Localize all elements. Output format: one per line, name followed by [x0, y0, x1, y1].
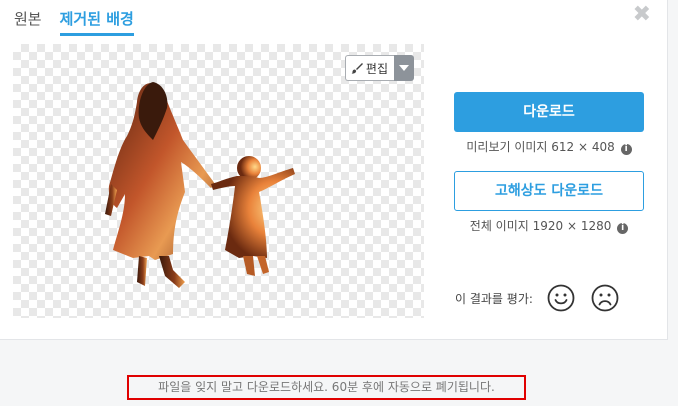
edit-button[interactable]: 편집	[344, 55, 394, 81]
close-icon[interactable]: ✖	[633, 4, 651, 26]
result-preview-image: 편집	[13, 44, 424, 318]
tab-removed-background[interactable]: 제거된 배경	[59, 8, 134, 36]
frown-face-icon[interactable]	[591, 284, 619, 312]
preview-size-caption: 미리보기 이미지 612 × 408 i	[454, 138, 644, 156]
edit-dropdown-toggle[interactable]	[394, 55, 414, 81]
full-size-caption: 전체 이미지 1920 × 1280 i	[454, 217, 644, 235]
view-tabs: 원본 제거된 배경	[14, 8, 152, 36]
auto-delete-notice: 파일을 잊지 말고 다운로드하세요. 60분 후에 자동으로 폐기됩니다.	[127, 375, 526, 400]
edit-control-group: 편집	[344, 55, 414, 81]
download-actions: 다운로드 미리보기 이미지 612 × 408 i 고해상도 다운로드 전체 이…	[454, 92, 644, 235]
rating-label: 이 결과를 평가:	[455, 291, 533, 306]
caret-down-icon	[399, 65, 409, 71]
preview-size-text: 미리보기 이미지 612 × 408	[466, 140, 615, 154]
download-button[interactable]: 다운로드	[454, 92, 644, 132]
tab-original[interactable]: 원본	[14, 8, 42, 36]
full-size-text: 전체 이미지 1920 × 1280	[469, 219, 612, 233]
result-card: 원본 제거된 배경 ✖ 편집 다운로드 미리보기 이미지 612 × 408 i…	[0, 0, 668, 340]
hd-download-button[interactable]: 고해상도 다운로드	[454, 171, 644, 211]
brush-icon	[351, 63, 363, 74]
edit-button-label: 편집	[365, 61, 388, 76]
info-icon[interactable]: i	[620, 144, 632, 155]
cutout-subject-image	[105, 82, 295, 288]
smile-face-icon[interactable]	[547, 284, 575, 312]
info-icon[interactable]: i	[617, 223, 629, 234]
rating-row: 이 결과를 평가:	[455, 284, 635, 312]
